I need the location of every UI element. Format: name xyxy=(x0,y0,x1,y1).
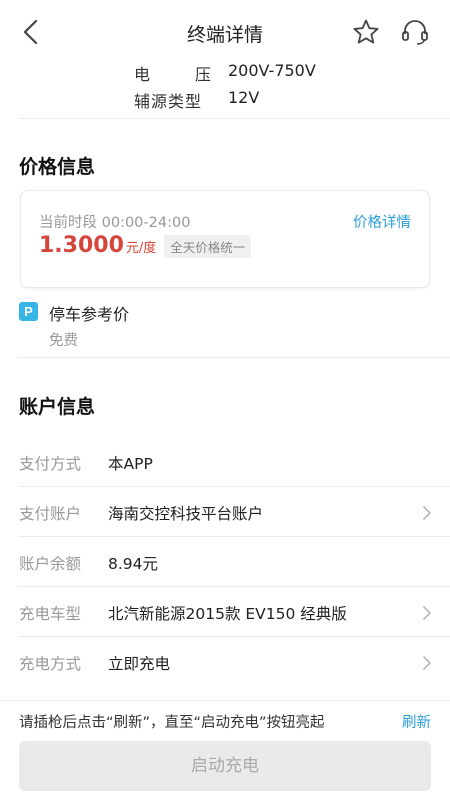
price-section-title: 价格信息 xyxy=(19,156,96,178)
chevron-right-icon xyxy=(423,506,431,520)
price-line: 1.3000 元/度 全天价格统一 xyxy=(39,233,252,267)
parking-icon: P xyxy=(19,302,38,321)
account-row-payment-method: 支付方式 本APP xyxy=(0,438,450,488)
price-value: 1.3000 xyxy=(39,233,124,258)
plug-in-hint: 请插枪后点击“刷新”，直至“启动充电”按钮亮起 xyxy=(19,715,325,731)
account-row-payment-account[interactable]: 支付账户 海南交控科技平台账户 xyxy=(0,488,450,538)
account-row-label: 支付方式 xyxy=(19,455,82,473)
price-card: 当前时段 00:00-24:00 价格详情 1.3000 元/度 全天价格统一 xyxy=(20,190,430,288)
chevron-right-icon xyxy=(423,606,431,620)
account-row-value: 本APP xyxy=(108,455,153,473)
divider xyxy=(18,118,450,119)
account-row-label: 账户余额 xyxy=(19,555,82,573)
divider xyxy=(18,357,450,358)
divider xyxy=(18,486,450,487)
uniform-price-badge: 全天价格统一 xyxy=(164,235,252,258)
start-charging-button[interactable]: 启动充电 xyxy=(19,741,431,791)
account-row-value: 海南交控科技平台账户 xyxy=(108,505,264,523)
account-row-label: 支付账户 xyxy=(19,505,82,523)
chevron-right-icon xyxy=(423,656,431,670)
account-row-label: 充电方式 xyxy=(19,655,82,673)
bottom-action-bar: 请插枪后点击“刷新”，直至“启动充电”按钮亮起 刷新 启动充电 xyxy=(0,700,450,800)
account-section-title: 账户信息 xyxy=(19,396,96,418)
page-title: 终端详情 xyxy=(186,24,263,46)
spec-row-voltage: 电 压 200V-750V xyxy=(0,61,450,87)
spec-value-voltage: 200V-750V xyxy=(228,61,316,80)
spec-value-aux-power: 12V xyxy=(228,88,260,107)
account-row-value: 立即充电 xyxy=(108,655,171,673)
account-row-vehicle-model[interactable]: 充电车型 北汽新能源2015款 EV150 经典版 xyxy=(0,588,450,638)
star-icon[interactable] xyxy=(352,18,380,46)
header: 终端详情 xyxy=(0,0,450,62)
account-row-value: 8.94元 xyxy=(108,555,159,573)
price-period: 当前时段 00:00-24:00 xyxy=(39,215,191,231)
price-unit: 元/度 xyxy=(125,241,157,256)
spec-label-aux-power: 辅源类型 xyxy=(134,92,203,111)
account-row-balance: 账户余额 8.94元 xyxy=(0,538,450,588)
price-detail-link[interactable]: 价格详情 xyxy=(353,211,411,232)
spec-row-aux-power: 辅源类型 12V xyxy=(0,88,450,114)
divider xyxy=(18,536,450,537)
account-row-charge-mode[interactable]: 充电方式 立即充电 xyxy=(0,638,450,688)
account-row-value: 北汽新能源2015款 EV150 经典版 xyxy=(108,605,347,623)
parking-label: 停车参考价 xyxy=(49,305,130,324)
refresh-link[interactable]: 刷新 xyxy=(402,711,431,732)
spec-label-voltage: 电 压 xyxy=(134,65,212,84)
headset-icon[interactable] xyxy=(400,18,430,46)
account-row-label: 充电车型 xyxy=(19,605,82,623)
divider xyxy=(18,586,450,587)
divider xyxy=(18,636,450,637)
parking-value: 免费 xyxy=(49,333,78,349)
